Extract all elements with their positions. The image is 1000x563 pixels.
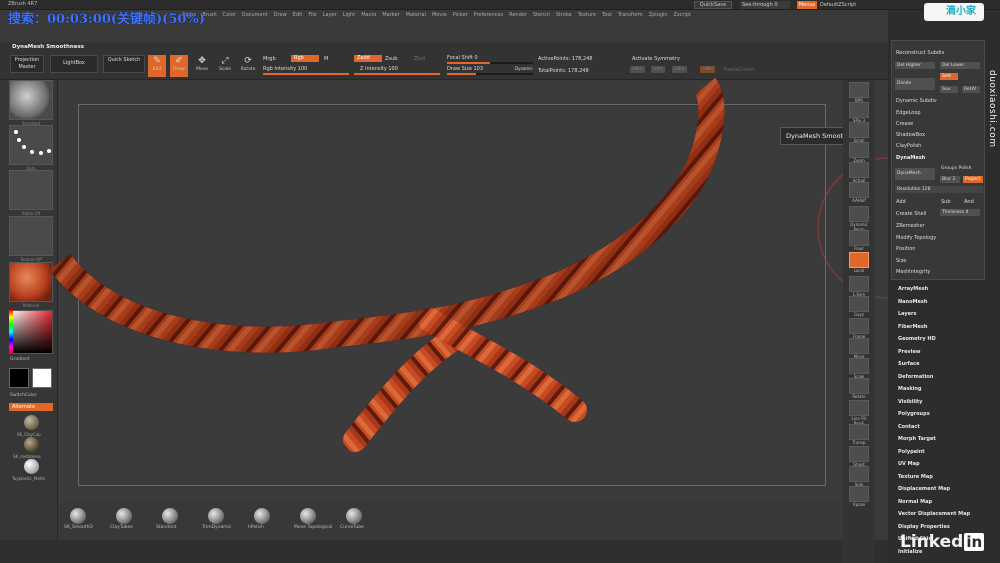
subpalette-header[interactable]: Deformation [898, 374, 933, 380]
dock-button-7[interactable] [849, 230, 869, 246]
smt-toggle[interactable]: Smt [940, 73, 958, 80]
dock-button-18[interactable] [849, 466, 869, 482]
subpalette-header[interactable]: Normal Map [898, 499, 932, 505]
dock-button-13[interactable] [849, 358, 869, 374]
thickness-slider[interactable]: Thickness 4 [940, 209, 980, 216]
brush-preset-label: CurveTube [340, 525, 364, 530]
brush-preset-label: ClayTubes [110, 525, 133, 530]
brush-preset-0[interactable] [70, 508, 86, 524]
dock-button-4[interactable] [849, 162, 869, 178]
dock-button-14[interactable] [849, 378, 869, 394]
dock-button-2[interactable] [849, 122, 869, 138]
brush-preset-label: TrimDynamic [202, 525, 232, 530]
dock-button-8[interactable] [849, 252, 869, 268]
reconstruct-subdiv-button[interactable]: Reconstruct Subdiv [896, 50, 944, 56]
meshintegrity-button[interactable]: MeshIntegrity [896, 269, 930, 275]
site-url-watermark: duoxiaoshi.com [987, 70, 997, 148]
groups-polish-label[interactable]: Groups Polish [941, 166, 971, 171]
bottom-strip [0, 540, 895, 563]
dock-button-0[interactable] [849, 82, 869, 98]
subpalette-header[interactable]: Surface [898, 361, 920, 367]
dock-button-19[interactable] [849, 486, 869, 502]
subpalette-header[interactable]: Preview [898, 349, 921, 355]
brush-preset-label: hPolish [248, 525, 264, 530]
dynamic-subdiv-button[interactable]: Dynamic Subdiv [896, 98, 937, 104]
project-toggle[interactable]: Project [963, 176, 983, 183]
brush-preset-label: Move Topological [294, 525, 333, 530]
subpalette-header[interactable]: Polygroups [898, 411, 930, 417]
dock-button-label: AAHalf [852, 198, 866, 203]
dock-button-10[interactable] [849, 296, 869, 312]
del-higher-button[interactable]: Del Higher [895, 62, 935, 69]
subpalette-header[interactable]: Texture Map [898, 474, 933, 480]
subpalette-header[interactable]: Morph Target [898, 436, 936, 442]
dock-button-17[interactable] [849, 446, 869, 462]
subpalette-header[interactable]: FiberMesh [898, 324, 927, 330]
dock-button-6[interactable] [849, 206, 869, 222]
linkedin-watermark: Linked in [900, 532, 985, 552]
subpalette-header[interactable]: Displacement Map [898, 486, 950, 492]
subpalette-header[interactable]: UV Map [898, 461, 920, 467]
dock-button-label: Rotate [852, 394, 866, 399]
and-button[interactable]: And [964, 199, 974, 205]
subpalette-header[interactable]: Polypaint [898, 449, 925, 455]
dock-button-5[interactable] [849, 182, 869, 198]
dynamesh-header[interactable]: DynaMesh [896, 155, 925, 161]
dock-button-12[interactable] [849, 338, 869, 354]
edgeloop-button[interactable]: EdgeLoop [896, 110, 921, 116]
sub-button[interactable]: Sub [941, 199, 951, 205]
dock-button-3[interactable] [849, 142, 869, 158]
dock-button-label: Floor [854, 246, 864, 251]
suv-toggle[interactable]: Suv [940, 86, 958, 93]
dock-button-11[interactable] [849, 318, 869, 334]
dock-button-label: Xpose [852, 502, 866, 507]
site-logo: 滴小家 [924, 3, 984, 21]
blur-slider[interactable]: Blur 2 [940, 176, 960, 183]
subpalette-header[interactable]: Display Properties [898, 524, 950, 530]
subpalette-header[interactable]: Masking [898, 386, 922, 392]
brush-preset-3[interactable] [208, 508, 224, 524]
dock-button-15[interactable] [849, 400, 869, 416]
brush-preset-4[interactable] [254, 508, 270, 524]
modify-topology-button[interactable]: Modify Topology [896, 235, 936, 241]
shadowbox-button[interactable]: ShadowBox [896, 132, 925, 138]
subpalette-header[interactable]: ArrayMesh [898, 286, 928, 292]
dock-button-label: Gxyz [854, 312, 864, 317]
dock-button-label: Local [853, 268, 865, 273]
brush-preset-label: Standard [156, 525, 177, 530]
add-button[interactable]: Add [896, 199, 906, 205]
claypolish-button[interactable]: ClayPolish [896, 143, 921, 149]
subpalette-header[interactable]: Vector Displacement Map [898, 511, 970, 517]
crease-button[interactable]: Crease [896, 121, 913, 127]
subpalette-header[interactable]: Layers [898, 311, 917, 317]
size-button[interactable]: Size [896, 258, 906, 264]
reuv-toggle[interactable]: ReUV [962, 86, 980, 93]
subpalette-header[interactable]: Geometry HD [898, 336, 936, 342]
subpalette-header[interactable]: NanoMesh [898, 299, 927, 305]
dock-button-1[interactable] [849, 102, 869, 118]
del-lower-button[interactable]: Del Lower [940, 62, 980, 69]
brush-preset-2[interactable] [162, 508, 178, 524]
subpalette-header[interactable]: Contact [898, 424, 920, 430]
brush-preset-5[interactable] [300, 508, 316, 524]
position-button[interactable]: Position [896, 246, 915, 252]
dynamesh-button[interactable]: DynaMesh [895, 168, 935, 180]
dock-button-16[interactable] [849, 424, 869, 440]
dock-button-9[interactable] [849, 276, 869, 292]
zremesher-button[interactable]: ZRemesher [896, 223, 925, 229]
brush-preset-6[interactable] [346, 508, 362, 524]
subpalette-header[interactable]: Visibility [898, 399, 923, 405]
brush-preset-1[interactable] [116, 508, 132, 524]
create-shell-button[interactable]: Create Shell [896, 211, 926, 217]
brush-preset-label: SK_SmoothO [64, 525, 93, 530]
resolution-slider[interactable]: Resolution 128 [895, 186, 983, 193]
divide-button[interactable]: Divide [895, 78, 935, 90]
dock-button-label: Transp [852, 440, 866, 445]
